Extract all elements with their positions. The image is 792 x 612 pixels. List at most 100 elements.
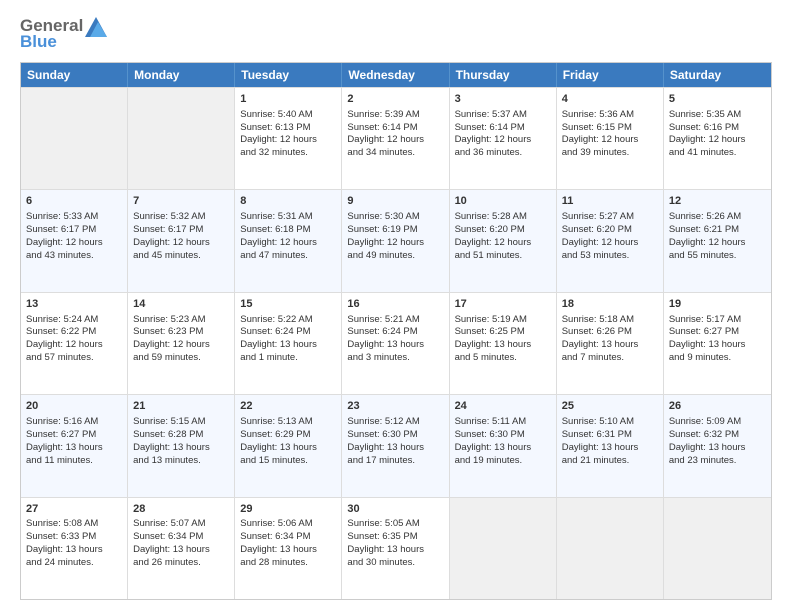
day-info-line: and 9 minutes. <box>669 352 766 365</box>
day-number: 19 <box>669 297 766 312</box>
cal-cell: 13Sunrise: 5:24 AMSunset: 6:22 PMDayligh… <box>21 293 128 394</box>
day-info-line: Sunset: 6:30 PM <box>455 429 551 442</box>
day-info-line: Daylight: 13 hours <box>240 339 336 352</box>
page: General Blue SundayMondayTuesdayWednesda… <box>0 0 792 612</box>
day-info-line: Daylight: 12 hours <box>133 339 229 352</box>
day-info-line: Daylight: 12 hours <box>455 134 551 147</box>
day-info-line: Sunrise: 5:10 AM <box>562 416 658 429</box>
day-info-line: Sunset: 6:34 PM <box>133 531 229 544</box>
day-info-line: Sunrise: 5:35 AM <box>669 109 766 122</box>
day-info-line: Sunset: 6:16 PM <box>669 122 766 135</box>
day-info-line: Sunset: 6:27 PM <box>669 326 766 339</box>
day-info-line: Daylight: 13 hours <box>26 544 122 557</box>
day-number: 4 <box>562 92 658 107</box>
day-number: 14 <box>133 297 229 312</box>
day-number: 20 <box>26 399 122 414</box>
day-info-line: Sunset: 6:24 PM <box>240 326 336 339</box>
day-number: 22 <box>240 399 336 414</box>
day-info-line: Daylight: 12 hours <box>347 134 443 147</box>
cal-header-friday: Friday <box>557 63 664 87</box>
day-info-line: and 49 minutes. <box>347 250 443 263</box>
cal-cell: 20Sunrise: 5:16 AMSunset: 6:27 PMDayligh… <box>21 395 128 496</box>
day-info-line: and 1 minute. <box>240 352 336 365</box>
cal-cell: 11Sunrise: 5:27 AMSunset: 6:20 PMDayligh… <box>557 190 664 291</box>
cal-cell: 24Sunrise: 5:11 AMSunset: 6:30 PMDayligh… <box>450 395 557 496</box>
day-info-line: Daylight: 13 hours <box>562 339 658 352</box>
day-number: 7 <box>133 194 229 209</box>
cal-week-1: 1Sunrise: 5:40 AMSunset: 6:13 PMDaylight… <box>21 87 771 189</box>
day-info-line: and 51 minutes. <box>455 250 551 263</box>
cal-header-wednesday: Wednesday <box>342 63 449 87</box>
day-number: 29 <box>240 502 336 517</box>
day-number: 16 <box>347 297 443 312</box>
day-info-line: Sunrise: 5:09 AM <box>669 416 766 429</box>
day-info-line: Sunset: 6:34 PM <box>240 531 336 544</box>
day-number: 5 <box>669 92 766 107</box>
header: General Blue <box>20 16 772 52</box>
cal-cell <box>664 498 771 599</box>
day-info-line: Sunrise: 5:33 AM <box>26 211 122 224</box>
day-info-line: Daylight: 13 hours <box>133 442 229 455</box>
cal-cell: 25Sunrise: 5:10 AMSunset: 6:31 PMDayligh… <box>557 395 664 496</box>
day-info-line: Sunrise: 5:26 AM <box>669 211 766 224</box>
day-info-line: Sunrise: 5:30 AM <box>347 211 443 224</box>
day-info-line: Daylight: 12 hours <box>240 134 336 147</box>
cal-header-sunday: Sunday <box>21 63 128 87</box>
day-info-line: and 19 minutes. <box>455 455 551 468</box>
day-info-line: Daylight: 13 hours <box>455 442 551 455</box>
day-info-line: Daylight: 12 hours <box>26 237 122 250</box>
day-info-line: and 24 minutes. <box>26 557 122 570</box>
day-info-line: Daylight: 12 hours <box>133 237 229 250</box>
cal-cell: 12Sunrise: 5:26 AMSunset: 6:21 PMDayligh… <box>664 190 771 291</box>
day-info-line: Sunset: 6:21 PM <box>669 224 766 237</box>
calendar: SundayMondayTuesdayWednesdayThursdayFrid… <box>20 62 772 600</box>
day-info-line: Sunrise: 5:24 AM <box>26 314 122 327</box>
calendar-body: 1Sunrise: 5:40 AMSunset: 6:13 PMDaylight… <box>21 87 771 599</box>
day-info-line: and 15 minutes. <box>240 455 336 468</box>
day-info-line: Sunset: 6:14 PM <box>455 122 551 135</box>
cal-cell: 17Sunrise: 5:19 AMSunset: 6:25 PMDayligh… <box>450 293 557 394</box>
day-info-line: Sunset: 6:26 PM <box>562 326 658 339</box>
cal-cell: 23Sunrise: 5:12 AMSunset: 6:30 PMDayligh… <box>342 395 449 496</box>
day-info-line: Daylight: 13 hours <box>455 339 551 352</box>
day-info-line: and 43 minutes. <box>26 250 122 263</box>
day-info-line: and 21 minutes. <box>562 455 658 468</box>
day-info-line: and 28 minutes. <box>240 557 336 570</box>
day-number: 25 <box>562 399 658 414</box>
day-info-line: Sunset: 6:24 PM <box>347 326 443 339</box>
day-info-line: and 3 minutes. <box>347 352 443 365</box>
day-info-line: Daylight: 13 hours <box>240 442 336 455</box>
day-number: 8 <box>240 194 336 209</box>
cal-week-5: 27Sunrise: 5:08 AMSunset: 6:33 PMDayligh… <box>21 497 771 599</box>
day-info-line: Sunset: 6:32 PM <box>669 429 766 442</box>
day-info-line: Sunrise: 5:08 AM <box>26 518 122 531</box>
cal-cell: 7Sunrise: 5:32 AMSunset: 6:17 PMDaylight… <box>128 190 235 291</box>
cal-cell: 18Sunrise: 5:18 AMSunset: 6:26 PMDayligh… <box>557 293 664 394</box>
cal-cell: 22 Sunrise: 5:13 AMSunset: 6:29 PMDayligh… <box>235 395 342 496</box>
day-info-line: Sunrise: 5:13 AM <box>240 416 336 429</box>
day-info-line: Daylight: 12 hours <box>562 237 658 250</box>
day-info-line: Sunrise: 5:16 AM <box>26 416 122 429</box>
cal-cell <box>128 88 235 189</box>
day-info-line: Daylight: 13 hours <box>26 442 122 455</box>
day-number: 27 <box>26 502 122 517</box>
day-number: 12 <box>669 194 766 209</box>
day-info-line: Sunrise: 5:06 AM <box>240 518 336 531</box>
day-info-line: Sunset: 6:29 PM <box>240 429 336 442</box>
day-number: 9 <box>347 194 443 209</box>
day-info-line: Sunset: 6:14 PM <box>347 122 443 135</box>
day-info-line: and 59 minutes. <box>133 352 229 365</box>
day-info-line: Daylight: 13 hours <box>240 544 336 557</box>
day-info-line: Sunrise: 5:39 AM <box>347 109 443 122</box>
day-info-line: Sunset: 6:15 PM <box>562 122 658 135</box>
cal-cell <box>557 498 664 599</box>
day-number: 10 <box>455 194 551 209</box>
day-info-line: Sunset: 6:35 PM <box>347 531 443 544</box>
day-number: 17 <box>455 297 551 312</box>
cal-cell: 4Sunrise: 5:36 AMSunset: 6:15 PMDaylight… <box>557 88 664 189</box>
cal-cell: 3Sunrise: 5:37 AMSunset: 6:14 PMDaylight… <box>450 88 557 189</box>
logo: General Blue <box>20 16 107 52</box>
logo-blue-text: Blue <box>20 32 107 52</box>
day-number: 18 <box>562 297 658 312</box>
cal-cell: 5Sunrise: 5:35 AMSunset: 6:16 PMDaylight… <box>664 88 771 189</box>
